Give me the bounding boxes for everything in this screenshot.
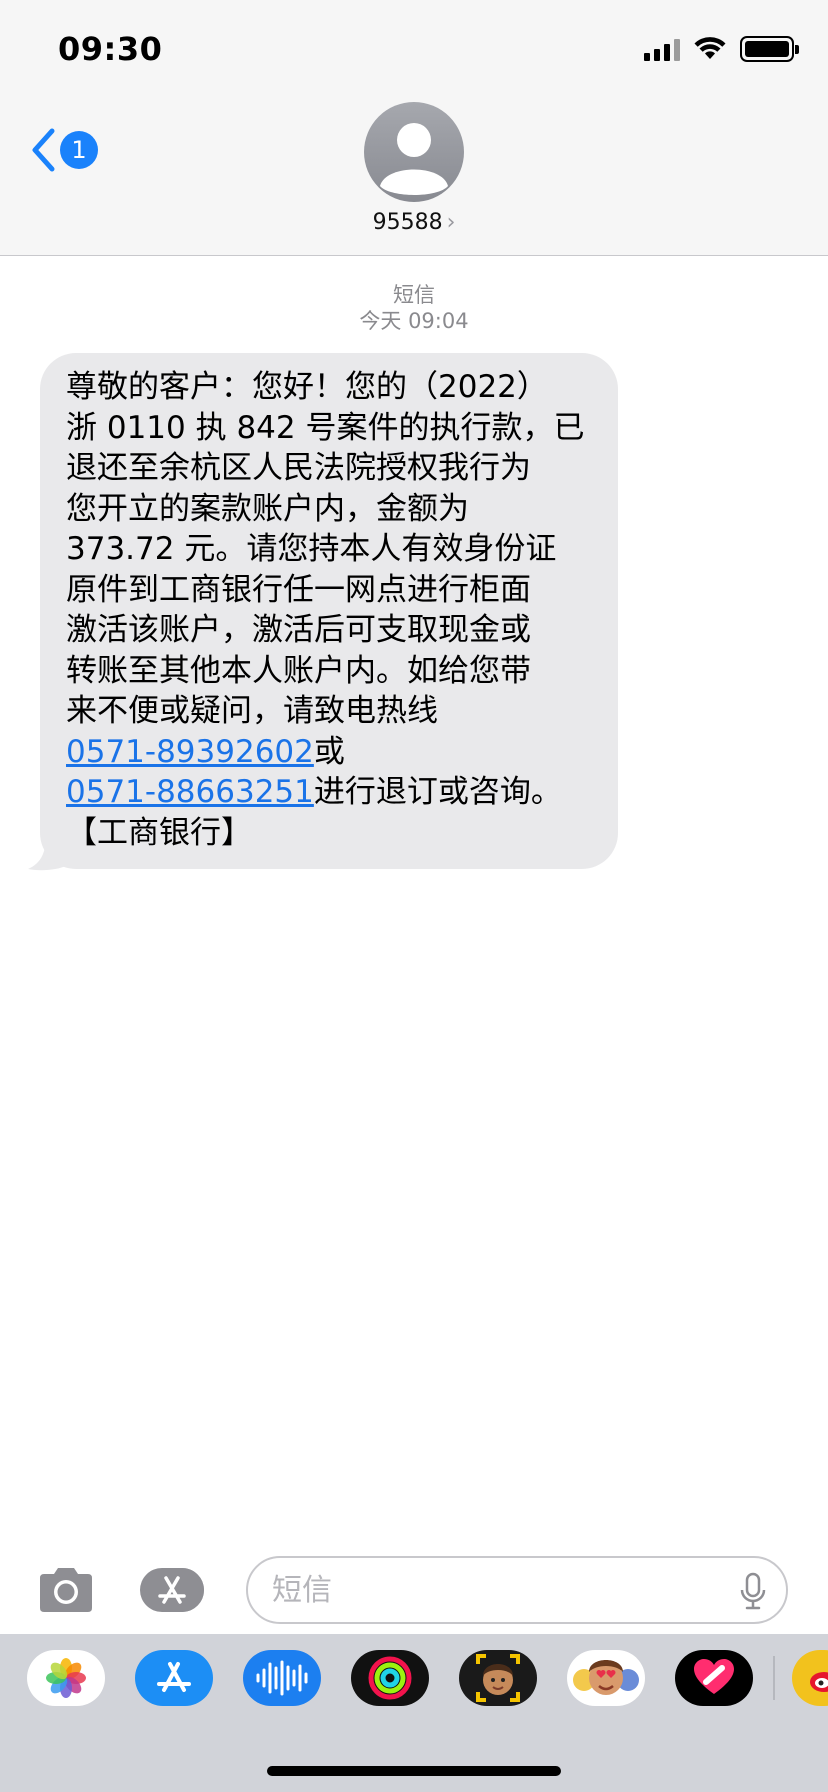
message-input[interactable] (272, 1568, 712, 1612)
photos-icon (46, 1658, 86, 1698)
message-timestamp: 今天 09:04 (359, 309, 469, 333)
navigation-header: 09:30 1 95588 › (0, 0, 828, 256)
digital-touch-app-button[interactable] (675, 1650, 753, 1706)
message-text: 或 (313, 733, 345, 770)
camera-icon (40, 1568, 92, 1612)
memoji-icon (476, 1654, 520, 1702)
audio-message-icon (256, 1660, 308, 1696)
dictation-button[interactable] (740, 1572, 766, 1614)
service-label: 短信 (393, 283, 435, 307)
app-store-icon (157, 1662, 191, 1692)
chevron-right-icon: › (446, 210, 456, 235)
app-store-app-button[interactable] (135, 1650, 213, 1706)
person-icon (380, 123, 448, 195)
wifi-icon (694, 37, 726, 59)
digital-touch-icon (694, 1659, 734, 1694)
memoji-stickers-app-button[interactable] (567, 1650, 645, 1706)
battery-icon (740, 36, 799, 62)
cellular-signal-icon (644, 37, 680, 61)
app-store-button[interactable] (140, 1566, 214, 1618)
phone-link-1[interactable]: 0571-89392602 (66, 734, 314, 770)
contact-name-button[interactable]: 95588 › (0, 210, 828, 235)
weibo-icon (810, 1672, 828, 1692)
memoji-stickers-icon (573, 1660, 639, 1695)
fitness-icon (368, 1656, 412, 1700)
messages-screen: 09:30 1 95588 › 短信 今天 09:04 尊敬的客户：您好！您的（… (0, 0, 828, 1792)
received-message-bubble[interactable]: 尊敬的客户：您好！您的（2022） 浙 0110 执 842 号案件的执行款，已… (40, 353, 618, 869)
chevron-left-icon (32, 128, 55, 172)
contact-avatar[interactable] (364, 102, 464, 202)
microphone-icon (740, 1572, 766, 1610)
home-indicator[interactable] (267, 1766, 561, 1776)
unread-count-badge: 1 (60, 131, 98, 169)
message-input-field[interactable] (246, 1556, 788, 1624)
app-store-icon (140, 1568, 204, 1612)
weibo-app-button[interactable] (792, 1650, 828, 1706)
memoji-app-button[interactable] (459, 1650, 537, 1706)
audio-message-app-button[interactable] (243, 1650, 321, 1706)
camera-button[interactable] (36, 1566, 96, 1618)
photos-app-button[interactable] (27, 1650, 105, 1706)
drawer-divider (773, 1656, 775, 1700)
contact-name: 95588 (372, 210, 443, 235)
message-meta: 短信 今天 09:04 (0, 282, 828, 334)
phone-link-2[interactable]: 0571-88663251 (66, 774, 314, 810)
status-icons (644, 36, 799, 62)
back-button[interactable]: 1 (30, 128, 98, 172)
status-time: 09:30 (58, 30, 163, 68)
fitness-app-button[interactable] (351, 1650, 429, 1706)
message-text: 尊敬的客户：您好！您的（2022） 浙 0110 执 842 号案件的执行款，已… (66, 369, 585, 729)
